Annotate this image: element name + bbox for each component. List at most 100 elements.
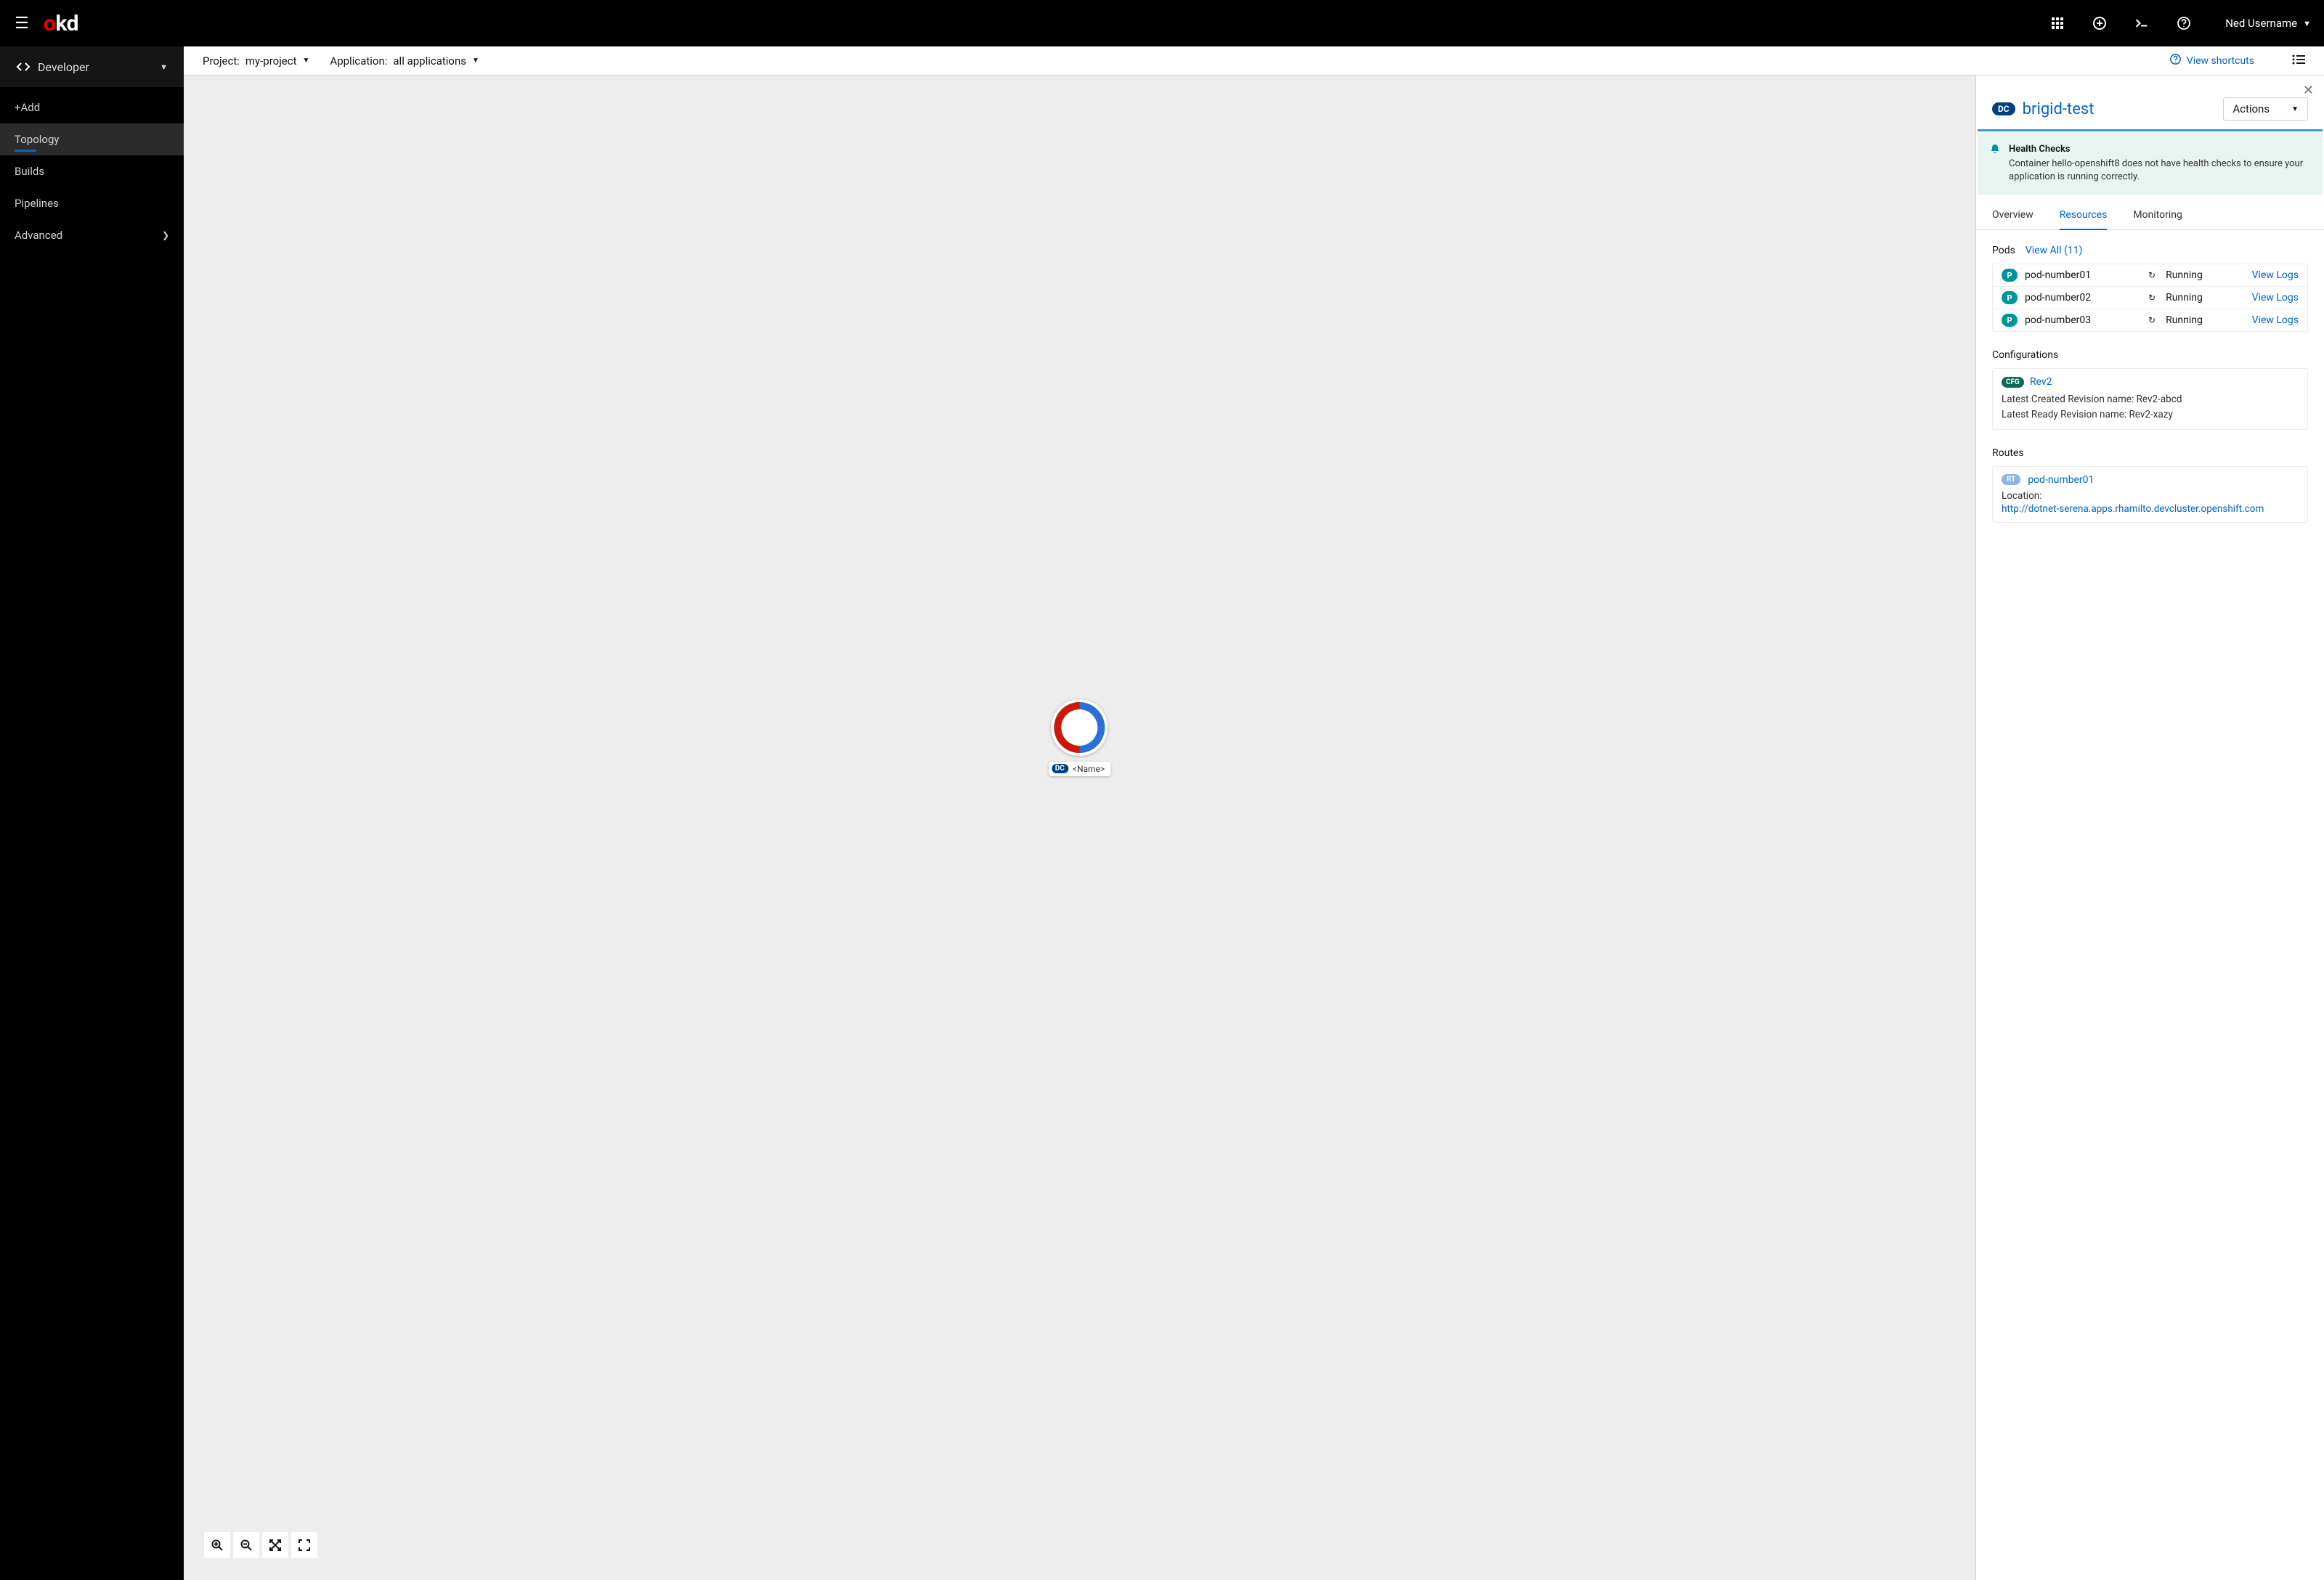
node-name: <Name> xyxy=(1073,764,1105,774)
sync-icon: ↻ xyxy=(2148,270,2156,280)
node-label: DC <Name> xyxy=(1049,762,1110,776)
view-logs-link[interactable]: View Logs xyxy=(2252,269,2299,281)
toolbar: Project: my-project ▼ Application: all a… xyxy=(184,46,2324,76)
view-all-pods-link[interactable]: View All (11) xyxy=(2026,245,2083,256)
view-logs-link[interactable]: View Logs xyxy=(2252,292,2299,304)
sidebar-item-add[interactable]: +Add xyxy=(0,91,184,123)
help-icon[interactable] xyxy=(2177,17,2190,30)
topology-node[interactable]: DC <Name> xyxy=(1049,699,1110,776)
tab-label: Overview xyxy=(1992,209,2033,221)
brand-kd: kd xyxy=(55,11,78,36)
sidebar-item-advanced[interactable]: Advanced ❯ xyxy=(0,219,184,251)
sidebar-item-label: Pipelines xyxy=(15,197,59,210)
tab-label: Resources xyxy=(2060,209,2108,221)
help-icon xyxy=(2170,54,2181,68)
list-view-toggle[interactable] xyxy=(2292,54,2305,68)
chevron-right-icon: ❯ xyxy=(162,230,169,240)
sync-icon: ↻ xyxy=(2148,293,2156,303)
shortcuts-label: View shortcuts xyxy=(2187,55,2254,67)
topology-canvas[interactable]: DC <Name> xyxy=(184,76,1975,1580)
sidebar: Developer ▼ +Add Topology Builds Pipelin… xyxy=(0,46,184,1580)
routes-title: Routes xyxy=(1992,447,2024,459)
brand-logo[interactable]: okd xyxy=(44,11,78,36)
tab-resources[interactable]: Resources xyxy=(2060,200,2108,229)
user-name: Ned Username xyxy=(2225,17,2297,30)
pod-name[interactable]: pod-number01 xyxy=(2025,269,2141,281)
route-url-link[interactable]: http://dotnet-serena.apps.rhamilto.devcl… xyxy=(2002,503,2299,515)
actions-label: Actions xyxy=(2232,102,2270,115)
perspective-switcher[interactable]: Developer ▼ xyxy=(0,46,184,87)
actions-dropdown[interactable]: Actions ▼ xyxy=(2223,97,2308,121)
badge-dc: DC xyxy=(1992,102,2015,115)
pod-name[interactable]: pod-number02 xyxy=(2025,292,2141,304)
view-shortcuts-link[interactable]: View shortcuts xyxy=(2170,54,2254,68)
pods-title: Pods xyxy=(1992,245,2015,256)
caret-down-icon: ▼ xyxy=(303,57,310,65)
details-panel: ✕ DC brigid-test Actions ▼ xyxy=(1975,76,2324,1580)
config-line: Latest Ready Revision name: Rev2-xazy xyxy=(2002,407,2299,422)
zoom-in-button[interactable] xyxy=(204,1532,230,1558)
configurations-section: Configurations CFG Rev2 Latest Created R… xyxy=(1992,349,2308,430)
project-label: Project: xyxy=(203,54,240,68)
badge-route: RT xyxy=(2002,474,2020,485)
caret-down-icon: ▼ xyxy=(2303,19,2311,28)
panel-title[interactable]: brigid-test xyxy=(2023,100,2217,118)
sidebar-item-builds[interactable]: Builds xyxy=(0,155,184,187)
terminal-icon[interactable] xyxy=(2135,17,2148,30)
caret-down-icon: ▼ xyxy=(160,62,168,72)
bell-icon xyxy=(1990,144,2000,184)
sidebar-item-label: Advanced xyxy=(15,229,62,242)
pod-row: P pod-number02 ↻ Running View Logs xyxy=(1993,287,2307,309)
pod-name[interactable]: pod-number03 xyxy=(2025,314,2141,326)
config-box: CFG Rev2 Latest Created Revision name: R… xyxy=(1992,368,2308,430)
application-label: Application: xyxy=(330,54,387,68)
node-donut xyxy=(1052,699,1108,756)
pod-row: P pod-number01 ↻ Running View Logs xyxy=(1993,264,2307,287)
tabs: Overview Resources Monitoring xyxy=(1976,200,2324,230)
perspective-label: Developer xyxy=(38,60,153,74)
alert-text: Container hello-openshift8 does not have… xyxy=(2009,158,2310,184)
application-dropdown[interactable]: Application: all applications ▼ xyxy=(330,54,479,68)
view-logs-link[interactable]: View Logs xyxy=(2252,314,2299,326)
project-value: my-project xyxy=(245,54,297,68)
hamburger-icon[interactable]: ☰ xyxy=(13,15,31,33)
configurations-title: Configurations xyxy=(1992,349,2058,361)
badge-pod: P xyxy=(2002,291,2018,304)
zoom-out-button[interactable] xyxy=(233,1532,259,1558)
panel-divider xyxy=(1978,129,2323,131)
badge-cfg: CFG xyxy=(2002,377,2024,388)
sidebar-item-topology[interactable]: Topology xyxy=(0,123,184,155)
sidebar-item-pipelines[interactable]: Pipelines xyxy=(0,187,184,219)
fit-view-button[interactable] xyxy=(262,1532,288,1558)
project-dropdown[interactable]: Project: my-project ▼ xyxy=(203,54,309,68)
pod-status: Running xyxy=(2166,269,2245,281)
apps-grid-icon[interactable] xyxy=(2051,17,2064,30)
pod-status: Running xyxy=(2166,314,2245,326)
masthead: ☰ okd Ned Username ▼ xyxy=(0,0,2324,46)
caret-down-icon: ▼ xyxy=(472,57,479,65)
user-menu[interactable]: Ned Username ▼ xyxy=(2225,17,2311,30)
sync-icon: ↻ xyxy=(2148,315,2156,325)
pods-section: Pods View All (11) P pod-number01 ↻ Runn… xyxy=(1992,245,2308,332)
sidebar-item-label: +Add xyxy=(15,101,40,114)
main: Project: my-project ▼ Application: all a… xyxy=(184,46,2324,1580)
brand-o: o xyxy=(44,11,55,36)
badge-pod: P xyxy=(2002,314,2018,327)
config-line: Latest Created Revision name: Rev2-abcd xyxy=(2002,392,2299,407)
fullscreen-button[interactable] xyxy=(291,1532,317,1558)
add-icon[interactable] xyxy=(2093,17,2106,30)
tab-monitoring[interactable]: Monitoring xyxy=(2133,200,2182,229)
code-icon xyxy=(16,60,31,74)
route-name-link[interactable]: pod-number01 xyxy=(2028,474,2094,486)
alert-title: Health Checks xyxy=(2009,144,2310,155)
pod-row: P pod-number03 ↻ Running View Logs xyxy=(1993,309,2307,331)
close-icon[interactable]: ✕ xyxy=(2303,83,2314,98)
route-location-label: Location: xyxy=(2002,490,2299,502)
tab-overview[interactable]: Overview xyxy=(1992,200,2033,229)
route-box: RT pod-number01 Location: http://dotnet-… xyxy=(1992,466,2308,523)
sidebar-item-label: Builds xyxy=(15,165,44,178)
caret-down-icon: ▼ xyxy=(2291,105,2299,113)
badge-pod: P xyxy=(2002,269,2018,282)
pod-list: P pod-number01 ↻ Running View Logs P pod… xyxy=(1992,264,2308,332)
config-name-link[interactable]: Rev2 xyxy=(2030,376,2052,388)
